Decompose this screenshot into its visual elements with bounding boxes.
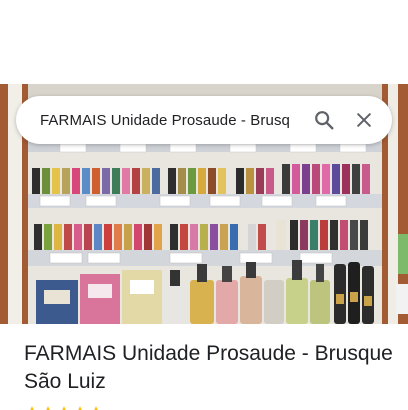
clear-search-button[interactable] bbox=[346, 102, 382, 138]
rating-stars-partial bbox=[24, 400, 164, 410]
search-bar[interactable]: FARMAIS Unidade Prosaude - Brusq bbox=[16, 96, 392, 144]
search-icon bbox=[315, 111, 334, 130]
top-blank-area bbox=[0, 0, 408, 84]
search-button[interactable] bbox=[306, 102, 342, 138]
search-input[interactable]: FARMAIS Unidade Prosaude - Brusq bbox=[40, 112, 302, 129]
close-icon bbox=[357, 113, 371, 127]
place-title: FARMAIS Unidade Prosaude - Brusque São L… bbox=[24, 342, 393, 393]
